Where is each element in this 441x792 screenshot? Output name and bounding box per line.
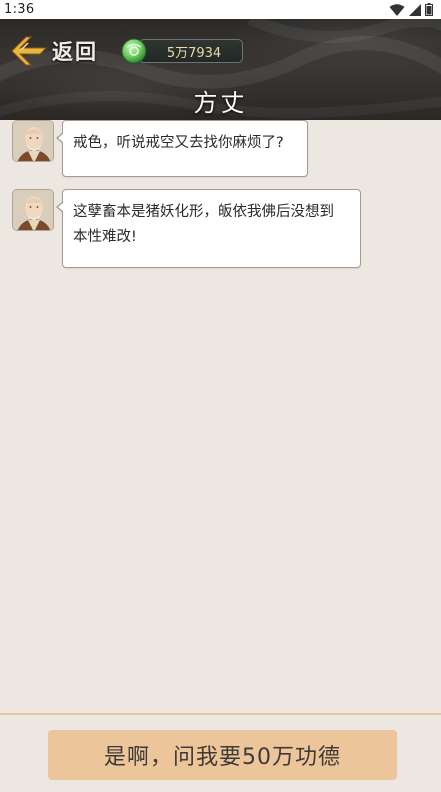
status-time: 1:36	[4, 2, 35, 17]
reply-option-button[interactable]: 是啊，问我要50万功德	[48, 730, 397, 780]
signal-icon	[409, 3, 421, 16]
currency-pill: 5万7934	[139, 39, 243, 63]
message-text-line: 这孽畜本是猪妖化形，皈依我佛后没想到	[73, 204, 334, 220]
message-text: 戒色，听说戒空又去找你麻烦了?	[73, 135, 284, 151]
message-bubble: 这孽畜本是猪妖化形，皈依我佛后没想到 本性难改!	[56, 189, 361, 268]
back-label: 返回	[52, 39, 98, 64]
bottom-divider	[0, 713, 441, 715]
monk-avatar	[12, 120, 54, 162]
page-title: 方丈	[193, 89, 248, 117]
chat-area: 戒色，听说戒空又去找你麻烦了? 这孽畜本是猪妖化形，皈依我佛后没想到 本性难改!	[0, 120, 441, 713]
chat-message: 戒色，听说戒空又去找你麻烦了?	[12, 120, 308, 177]
wifi-icon	[389, 3, 405, 16]
monk-avatar	[12, 189, 54, 231]
chat-message: 这孽畜本是猪妖化形，皈依我佛后没想到 本性难改!	[12, 189, 361, 268]
jade-currency-icon	[121, 38, 147, 64]
back-button[interactable]: 返回	[10, 33, 98, 69]
back-arrow-icon	[11, 36, 48, 66]
battery-icon	[425, 3, 433, 16]
currency-value: 5万7934	[166, 45, 222, 61]
status-bar: 1:36	[0, 0, 441, 19]
header: 返回 5万7934 方丈	[0, 19, 441, 120]
status-icons	[389, 3, 433, 16]
message-bubble: 戒色，听说戒空又去找你麻烦了?	[56, 120, 308, 177]
message-text-line: 本性难改!	[73, 229, 137, 245]
currency-display: 5万7934	[121, 38, 243, 64]
